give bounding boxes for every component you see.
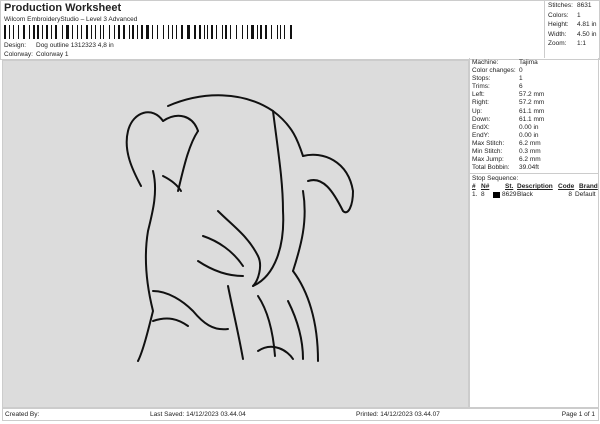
machine-label: Color changes: bbox=[472, 67, 516, 75]
last-saved: Last Saved: 14/12/2023 03.44.04 bbox=[150, 411, 246, 418]
machine-row: Machine: Tajima bbox=[470, 59, 598, 67]
stat-label: Colors: bbox=[548, 11, 569, 19]
machine-value: Tajima bbox=[519, 59, 538, 66]
machine-value: 61.1 mm bbox=[519, 115, 545, 123]
stat-label: Width: bbox=[548, 30, 567, 38]
printed-date: Printed: 14/12/2023 03.44.07 bbox=[356, 411, 440, 418]
barcode bbox=[4, 25, 294, 39]
stat-width: Width: 4.50 in bbox=[545, 30, 600, 40]
machine-value: 0.3 mm bbox=[519, 148, 541, 156]
machine-label: Trims: bbox=[472, 83, 490, 91]
machine-value: 57.2 mm bbox=[519, 99, 545, 107]
table-row: 1. 8 8629 Black 8 Default bbox=[470, 191, 598, 199]
stop-sequence-header: # N# St. Description Code Brand bbox=[470, 183, 598, 191]
stat-stitches: Stitches: 8631 bbox=[545, 1, 600, 11]
stat-height: Height: 4.81 in bbox=[545, 20, 600, 30]
machine-value: 1 bbox=[519, 75, 523, 83]
col-code: Code bbox=[558, 183, 575, 191]
row-brand: Default bbox=[575, 191, 596, 199]
machine-row: Up: 61.1 mm bbox=[470, 108, 598, 116]
machine-label: Left: bbox=[472, 91, 485, 99]
machine-label: EndY: bbox=[472, 131, 490, 139]
machine-value: 6.2 mm bbox=[519, 156, 541, 164]
stat-colors: Colors: 1 bbox=[545, 11, 600, 21]
row-num: 1. bbox=[472, 191, 478, 199]
machine-row: Down: 61.1 mm bbox=[470, 116, 598, 124]
machine-value: 61.1 mm bbox=[519, 107, 545, 115]
machine-label: Right: bbox=[472, 99, 489, 107]
page-number: Page 1 of 1 bbox=[561, 411, 595, 418]
stat-value: 4.50 in bbox=[577, 30, 597, 38]
row-n: 8 bbox=[481, 191, 485, 199]
page-title: Production Worksheet bbox=[4, 2, 122, 14]
stop-sequence-title: Stop Sequence: bbox=[470, 173, 598, 183]
stat-zoom: Zoom: 1:1 bbox=[545, 39, 600, 49]
machine-value: 0.00 in bbox=[519, 131, 539, 139]
stat-value: 8631 bbox=[577, 2, 592, 9]
machine-label: Stops: bbox=[472, 75, 491, 83]
design-value: Dog outline 1312323 4,8 in bbox=[36, 42, 114, 49]
machine-value: 6 bbox=[519, 83, 523, 91]
machine-row: Max Jump: 6.2 mm bbox=[470, 156, 598, 164]
stat-label: Zoom: bbox=[548, 40, 567, 47]
machine-info-panel: Machine: Tajima Color changes: 0 Stops: 1 Trim… bbox=[469, 58, 599, 408]
machine-label: Max Stitch: bbox=[472, 139, 505, 147]
colorway-value: Colorway 1 bbox=[36, 51, 69, 58]
col-brand: Brand bbox=[579, 183, 598, 191]
machine-label: EndX: bbox=[472, 123, 490, 131]
machine-row: Trims: 6 bbox=[470, 83, 598, 91]
machine-row: Total Bobbin: 39.04ft bbox=[470, 164, 598, 172]
machine-row: EndX: 0.00 in bbox=[470, 124, 598, 132]
stat-value: 4.81 in bbox=[577, 21, 597, 28]
col-st: St. bbox=[505, 183, 514, 191]
machine-row: Color changes: 0 bbox=[470, 67, 598, 75]
stats-box: Stitches: 8631 Colors: 1 Height: 4.81 in Wi… bbox=[544, 0, 600, 58]
machine-row: Right: 57.2 mm bbox=[470, 99, 598, 107]
machine-row: Stops: 1 bbox=[470, 75, 598, 83]
machine-label: Down: bbox=[472, 115, 491, 123]
col-description: Description bbox=[517, 183, 553, 191]
row-description: Black bbox=[517, 191, 533, 199]
machine-value: 57.2 mm bbox=[519, 91, 545, 99]
design-label: Design: bbox=[4, 42, 27, 49]
row-st: 8629 bbox=[502, 191, 517, 199]
machine-row: Left: 57.2 mm bbox=[470, 91, 598, 99]
created-by: Created By: bbox=[5, 411, 40, 418]
footer: Created By: Last Saved: 14/12/2023 03.44… bbox=[2, 408, 599, 421]
stat-label: Stitches: bbox=[548, 2, 573, 9]
dog-outline-design bbox=[125, 94, 355, 362]
col-n: N# bbox=[481, 183, 490, 191]
machine-value: 0.00 in bbox=[519, 123, 539, 131]
design-preview bbox=[2, 60, 469, 408]
machine-label: Max Jump: bbox=[472, 156, 504, 164]
machine-value: 0 bbox=[519, 67, 523, 75]
machine-value: 6.2 mm bbox=[519, 139, 541, 147]
machine-value: 39.04ft bbox=[519, 164, 539, 172]
software-subtitle: Wilcom EmbroideryStudio – Level 3 Advanc… bbox=[4, 16, 138, 23]
machine-label: Machine: bbox=[472, 59, 499, 66]
machine-label: Up: bbox=[472, 107, 483, 115]
colorway-label: Colorway: bbox=[4, 51, 33, 58]
machine-label: Min Stitch: bbox=[472, 148, 503, 156]
machine-row: EndY: 0.00 in bbox=[470, 132, 598, 140]
color-swatch bbox=[493, 192, 500, 199]
machine-row: Max Stitch: 6.2 mm bbox=[470, 140, 598, 148]
machine-label: Total Bobbin: bbox=[472, 164, 510, 172]
machine-row: Min Stitch: 0.3 mm bbox=[470, 148, 598, 156]
col-num: # bbox=[472, 183, 476, 191]
row-code: 8 bbox=[568, 191, 572, 199]
stat-value: 1 bbox=[577, 11, 581, 19]
stat-label: Height: bbox=[548, 21, 569, 28]
stat-value: 1:1 bbox=[577, 40, 587, 47]
